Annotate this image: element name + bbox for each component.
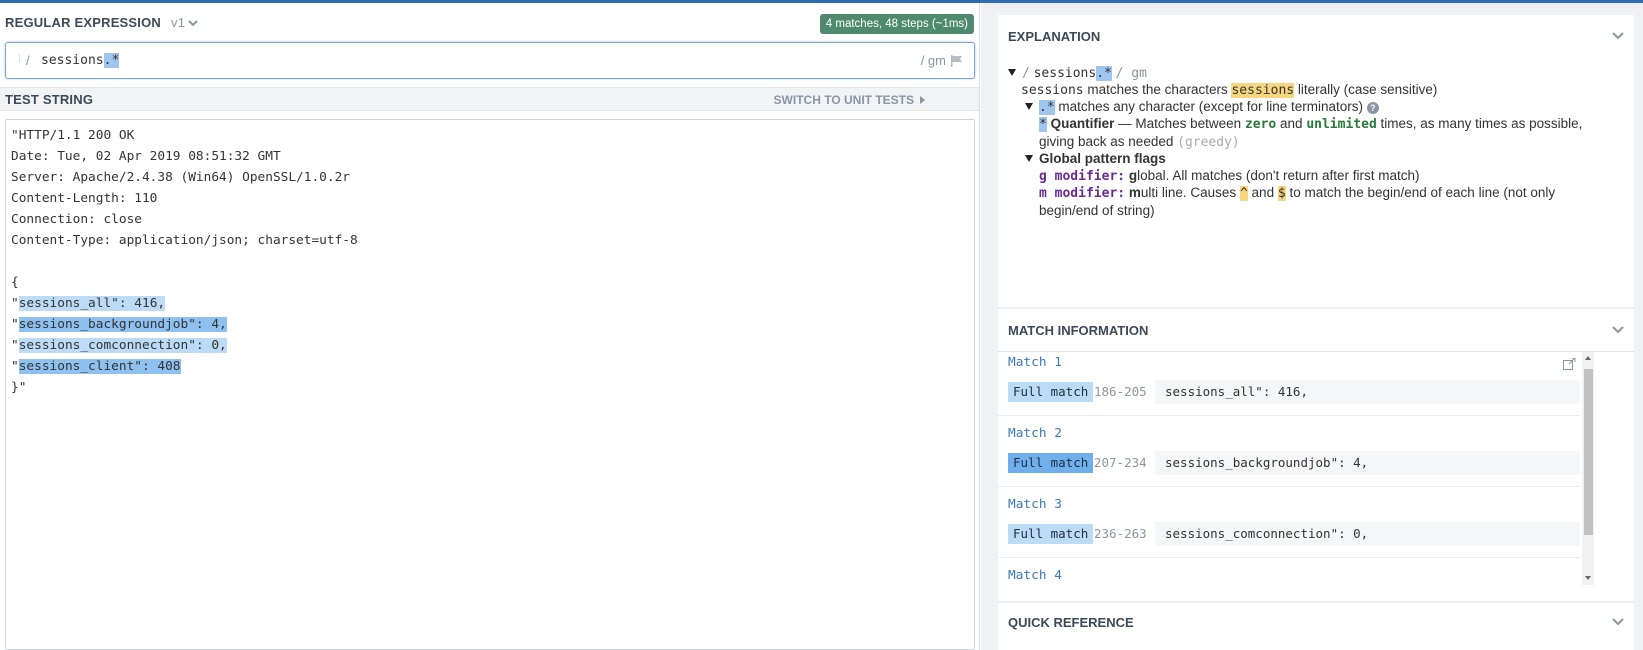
test-line: Date: Tue, 02 Apr 2019 08:51:32 GMT	[11, 149, 281, 164]
drag-grip-icon[interactable]: ⁞	[18, 54, 21, 65]
line-prefix: "	[11, 359, 19, 374]
quick-reference-card: QUICK REFERENCE	[998, 603, 1634, 650]
caret-right-icon	[920, 96, 925, 104]
match-list[interactable]: Match 1 Full match 186-205 sessions_all"…	[998, 352, 1634, 601]
test-line: }"	[11, 380, 27, 395]
chevron-down-icon[interactable]	[1612, 323, 1624, 335]
match-information-title[interactable]: MATCH INFORMATION	[1008, 323, 1148, 338]
test-line: "sessions_comconnection": 0,	[11, 335, 358, 356]
match-row[interactable]: Full match 207-234 sessions_backgroundjo…	[1008, 451, 1580, 475]
regex-flags-text: / gm	[920, 53, 946, 68]
match-highlight: sessions_comconnection": 0,	[18, 338, 227, 353]
match-highlight: sessions_client": 408	[18, 359, 181, 374]
match-title: Match 1	[1008, 355, 1062, 370]
match-value[interactable]: sessions_all": 416,	[1155, 380, 1580, 404]
test-line	[11, 251, 358, 272]
regex-pattern-token: .*	[103, 53, 120, 68]
test-line: "sessions_backgroundjob": 4,	[11, 314, 358, 335]
help-icon[interactable]: ?	[1366, 102, 1379, 114]
match-range: 207-234	[1094, 455, 1147, 470]
full-match-tag: Full match	[1008, 524, 1094, 544]
test-line: Server: Apache/2.4.38 (Win64) OpenSSL/1.…	[11, 170, 350, 185]
regex-version-dropdown[interactable]: v1	[171, 15, 198, 30]
switch-to-unit-tests-label: SWITCH TO UNIT TESTS	[773, 93, 914, 107]
explanation-m-flag: m modifier: multi line. Causes ^ and $ t…	[1039, 185, 1556, 201]
collapse-triangle-icon[interactable]	[1025, 155, 1033, 162]
match-title: Match 2	[1008, 426, 1062, 441]
match-row[interactable]: Full match 236-263 sessions_comconnectio…	[1008, 522, 1580, 546]
scroll-up-icon[interactable]	[1585, 356, 1591, 360]
match-row[interactable]: Full match 186-205 sessions_all": 416,	[1008, 380, 1580, 404]
explanation-card: EXPLANATION / sessions.* / gm sessions m…	[998, 15, 1634, 307]
full-match-tag: Full match	[1008, 453, 1094, 473]
chevron-down-icon[interactable]	[1612, 29, 1624, 41]
line-prefix: "	[11, 338, 19, 353]
chevron-down-icon[interactable]	[1612, 615, 1624, 627]
flag-icon	[951, 54, 962, 67]
quick-reference-title[interactable]: QUICK REFERENCE	[1008, 615, 1134, 630]
regex-delimiter-open: /	[26, 53, 30, 68]
test-string-content[interactable]: "HTTP/1.1 200 OK Date: Tue, 02 Apr 2019 …	[11, 125, 358, 398]
test-string-title: TEST STRING	[5, 92, 94, 107]
regex-pattern-literal: sessions	[41, 53, 104, 68]
explanation-flags-header[interactable]: Global pattern flags	[1025, 150, 1166, 168]
switch-to-unit-tests-button[interactable]: SWITCH TO UNIT TESTS	[774, 93, 925, 107]
test-line: Content-Type: application/json; charset=…	[11, 233, 358, 248]
regex-flags-button[interactable]: / gm	[921, 53, 964, 68]
match-count-badge: 4 matches, 48 steps (~1ms)	[819, 14, 974, 34]
explanation-quantifier: * Quantifier — Matches between zero and …	[1039, 116, 1583, 132]
test-line: "sessions_all": 416,	[11, 293, 358, 314]
match-highlight: sessions_backgroundjob": 4,	[18, 317, 227, 332]
share-icon[interactable]	[1563, 358, 1576, 370]
full-match-tag: Full match	[1008, 382, 1094, 402]
test-line: "sessions_client": 408	[11, 356, 358, 377]
match-title: Match 3	[1008, 497, 1062, 512]
collapse-triangle-icon[interactable]	[1025, 103, 1033, 110]
sidebar-panel: EXPLANATION / sessions.* / gm sessions m…	[981, 3, 1643, 650]
test-string-editor[interactable]: "HTTP/1.1 200 OK Date: Tue, 02 Apr 2019 …	[5, 119, 975, 650]
regex-version-label: v1	[171, 15, 186, 30]
divider	[998, 486, 1580, 487]
scroll-down-icon[interactable]	[1585, 576, 1591, 580]
line-prefix: "	[11, 296, 19, 311]
regex-section-header: REGULAR EXPRESSION v1	[5, 15, 198, 30]
regex-pattern-text[interactable]: sessions.*	[41, 53, 120, 68]
line-prefix: "	[11, 317, 19, 332]
scrollbar-thumb[interactable]	[1584, 369, 1593, 535]
test-line: Connection: close	[11, 212, 142, 227]
divider	[998, 415, 1580, 416]
match-range: 186-205	[1094, 384, 1147, 399]
match-range: 236-263	[1094, 526, 1147, 541]
match-value[interactable]: sessions_backgroundjob": 4,	[1155, 451, 1580, 475]
collapse-triangle-icon[interactable]	[1008, 69, 1016, 76]
regex-input[interactable]: ⁞ / sessions.* / gm	[5, 42, 975, 79]
match-title: Match 4	[1008, 568, 1062, 583]
editor-panel: REGULAR EXPRESSION v1 4 matches, 48 step…	[0, 3, 980, 650]
chevron-down-icon	[188, 19, 198, 26]
test-line: {	[11, 275, 19, 290]
divider	[998, 557, 1580, 558]
match-highlight: sessions_all": 416,	[18, 296, 166, 311]
match-value[interactable]: sessions_comconnection": 0,	[1155, 522, 1580, 546]
regex-section-title: REGULAR EXPRESSION	[5, 15, 162, 30]
match-information-card: MATCH INFORMATION Match 1 Full match 186…	[998, 309, 1634, 601]
test-line: Content-Length: 110	[11, 191, 158, 206]
explanation-m-flag-cont: begin/end of string)	[1039, 203, 1155, 218]
test-line: "HTTP/1.1 200 OK	[11, 128, 135, 143]
explanation-title[interactable]: EXPLANATION	[1008, 29, 1100, 44]
